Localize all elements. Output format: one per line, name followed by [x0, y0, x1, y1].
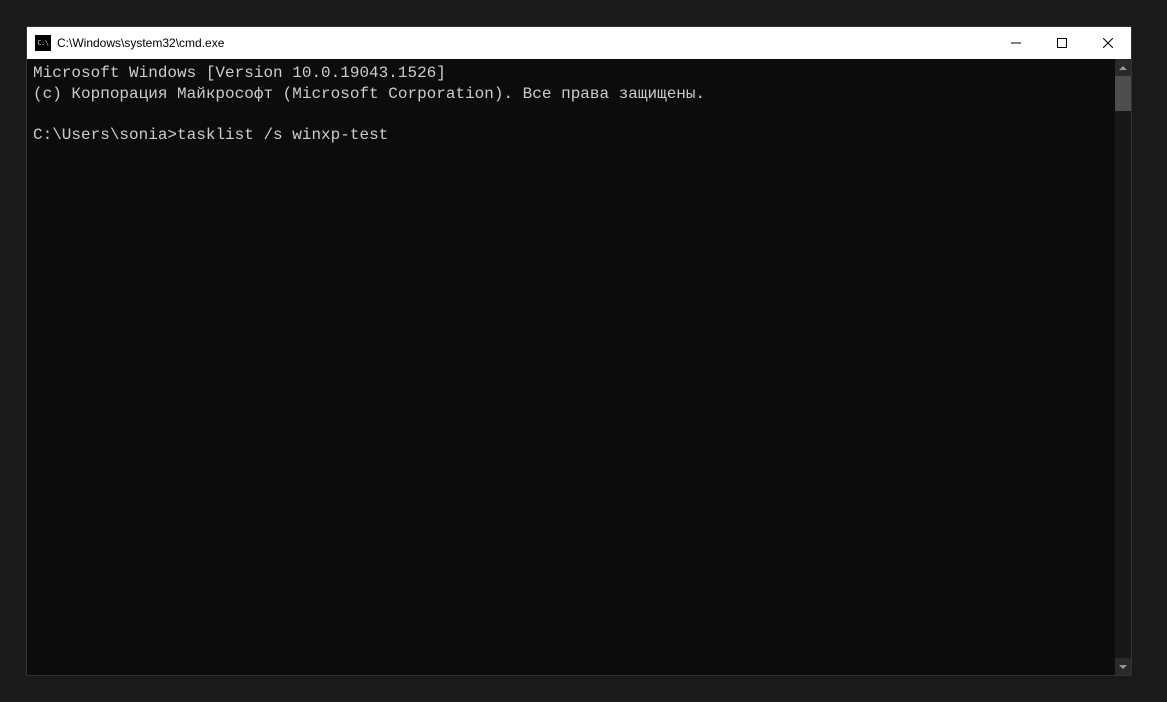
close-icon — [1103, 38, 1113, 48]
minimize-button[interactable] — [993, 27, 1039, 59]
cmd-icon: C:\ — [35, 35, 51, 51]
window-title: C:\Windows\system32\cmd.exe — [57, 36, 993, 50]
cmd-window: C:\ C:\Windows\system32\cmd.exe — [26, 26, 1132, 676]
close-button[interactable] — [1085, 27, 1131, 59]
console-area: Microsoft Windows [Version 10.0.19043.15… — [27, 59, 1131, 675]
scrollbar-thumb[interactable] — [1115, 76, 1131, 111]
maximize-icon — [1057, 38, 1067, 48]
console-prompt: C:\Users\sonia> — [33, 126, 177, 144]
window-controls — [993, 27, 1131, 59]
scrollbar-track[interactable] — [1115, 76, 1131, 658]
chevron-up-icon — [1119, 66, 1127, 70]
scrollbar-up-button[interactable] — [1115, 59, 1131, 76]
console-line-copyright: (c) Корпорация Майкрософт (Microsoft Cor… — [33, 85, 705, 103]
console-command: tasklist /s winxp-test — [177, 126, 388, 144]
cmd-icon-label: C:\ — [37, 39, 48, 47]
console-line-version: Microsoft Windows [Version 10.0.19043.15… — [33, 64, 446, 82]
scrollbar-down-button[interactable] — [1115, 658, 1131, 675]
vertical-scrollbar[interactable] — [1115, 59, 1131, 675]
maximize-button[interactable] — [1039, 27, 1085, 59]
chevron-down-icon — [1119, 665, 1127, 669]
titlebar[interactable]: C:\ C:\Windows\system32\cmd.exe — [27, 27, 1131, 59]
console-content[interactable]: Microsoft Windows [Version 10.0.19043.15… — [27, 59, 1115, 675]
minimize-icon — [1011, 38, 1021, 48]
